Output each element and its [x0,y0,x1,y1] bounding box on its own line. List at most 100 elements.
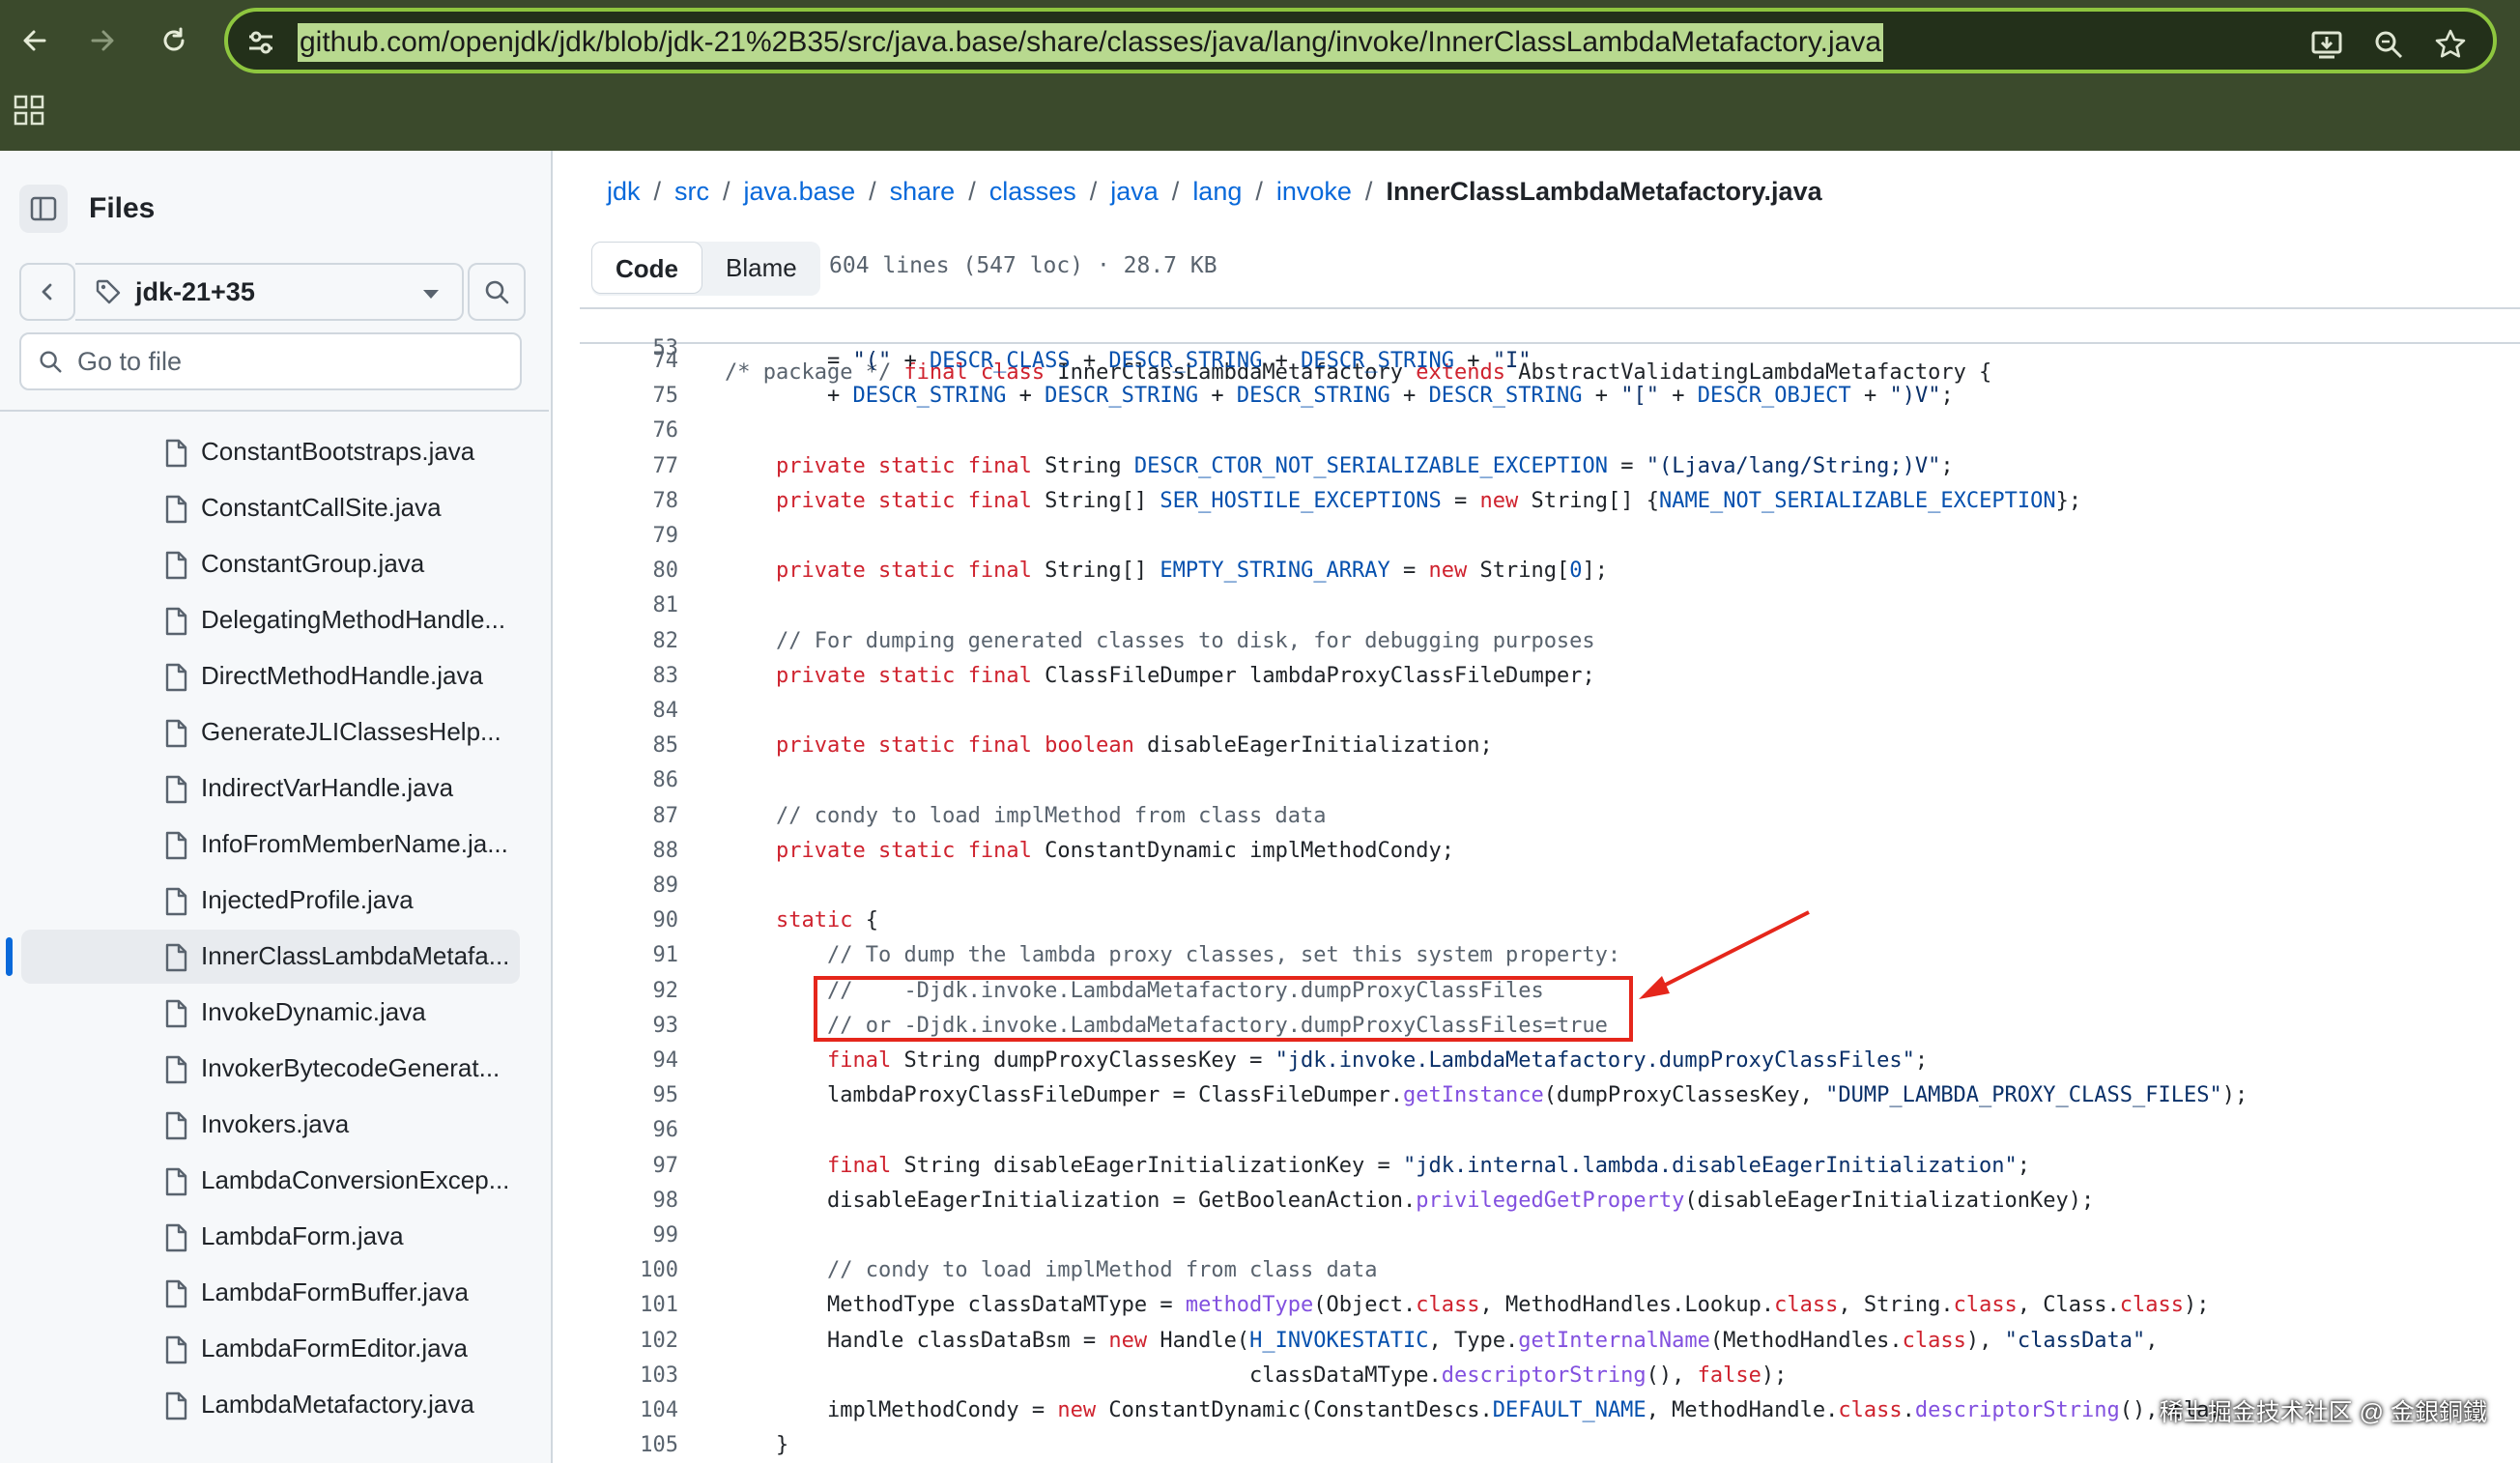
line-number[interactable]: 80 [580,554,679,588]
file-tree-item[interactable]: LambdaFormEditor.java [21,1322,520,1376]
file-tree-item[interactable]: DirectMethodHandle.java [21,649,520,703]
file-tree-item[interactable]: ConstantBootstraps.java [21,425,520,479]
file-tree-item[interactable]: IndirectVarHandle.java [21,761,520,816]
line-number[interactable]: 104 [580,1393,678,1428]
file-tree-item[interactable]: ConstantGroup.java [21,537,520,591]
go-to-file-input[interactable]: Go to file [19,332,522,390]
file-tree-item[interactable]: LambdaFormBuffer.java [21,1266,520,1320]
search-files-button[interactable] [468,263,526,321]
file-icon [165,887,187,916]
line-number[interactable]: 77 [580,449,679,484]
breadcrumb-link[interactable]: invoke [1276,177,1352,207]
file-tree-sidebar: Files jdk-21+35 Go to file ConstantBoots… [0,151,553,1463]
breadcrumb-link[interactable]: java.base [744,177,856,207]
back-icon[interactable] [12,17,58,64]
address-bar[interactable]: github.com/openjdk/jdk/blob/jdk-21%2B35/… [224,8,2497,73]
line-number[interactable]: 95 [580,1078,679,1113]
file-tree-item[interactable]: LambdaMetafactory.java [21,1378,520,1432]
file-tree-item[interactable]: DelegatingMethodHandle... [21,593,520,647]
code-line: 101 MethodType classDataMType = methodTy… [580,1288,2520,1323]
file-tree-item[interactable]: GenerateJLIClassesHelp... [21,705,520,760]
code-text: Handle classDataBsm = new Handle(H_INVOK… [725,1328,2159,1353]
line-number[interactable]: 105 [580,1428,678,1463]
file-icon [165,1279,187,1308]
tag-icon [96,279,121,304]
line-number[interactable]: 97 [580,1149,679,1184]
code-line: 95 lambdaProxyClassFileDumper = ClassFil… [580,1078,2520,1113]
file-meta: 604 lines (547 loc) · 28.7 KB [829,253,1217,278]
sidebar-panel-icon [30,196,57,221]
file-tree-item[interactable]: InvokerBytecodeGenerat... [21,1042,520,1096]
line-number[interactable]: 88 [580,834,679,869]
breadcrumb-link[interactable]: share [890,177,956,207]
expand-tree-button[interactable] [19,263,75,321]
line-number[interactable]: 96 [580,1113,679,1148]
file-tree-label: ConstantGroup.java [201,549,425,578]
line-number[interactable]: 93 [580,1009,679,1044]
line-number[interactable]: 87 [580,799,679,834]
breadcrumb-link[interactable]: classes [989,177,1076,207]
line-number[interactable]: 100 [580,1253,678,1288]
code-text: MethodType classDataMType = methodType(O… [725,1293,2210,1318]
search-icon [40,351,62,373]
line-number[interactable]: 82 [580,624,679,659]
line-number[interactable]: 84 [580,694,679,729]
forward-icon[interactable] [79,17,126,64]
breadcrumb-link[interactable]: java [1110,177,1159,207]
line-number[interactable]: 81 [580,588,679,623]
file-icon [165,1055,187,1084]
install-app-icon[interactable] [2305,23,2348,66]
line-number[interactable]: 90 [580,904,679,938]
code-text: = "(" + DESCR_CLASS + DESCR_STRING + DES… [725,349,1532,373]
line-number[interactable]: 99 [580,1219,679,1253]
line-number[interactable]: 92 [580,974,679,1009]
breadcrumb-link[interactable]: jdk [607,177,641,207]
line-number[interactable]: 85 [580,729,679,763]
file-tree-item[interactable]: Invokers.java [21,1098,520,1152]
line-number[interactable]: 98 [580,1184,679,1219]
url-text[interactable]: github.com/openjdk/jdk/blob/jdk-21%2B35/… [298,23,1884,62]
line-number[interactable]: 75 [580,379,679,414]
code-line: 91 // To dump the lambda proxy classes, … [580,938,2520,973]
file-tree-item[interactable]: InjectedProfile.java [21,874,520,928]
line-number[interactable]: 102 [580,1324,678,1359]
file-tree-item[interactable]: LambdaConversionExcep... [21,1154,520,1208]
tab-code[interactable]: Code [591,242,702,294]
file-tree-item[interactable]: InfoFromMemberName.ja... [21,818,520,872]
zoom-icon[interactable] [2367,23,2410,66]
line-number[interactable]: 94 [580,1044,679,1078]
code-text: private static final boolean disableEage… [775,733,1493,759]
line-number[interactable]: 74 [580,344,679,379]
collapse-sidebar-button[interactable] [19,185,68,233]
line-number[interactable]: 83 [580,659,679,694]
line-number[interactable]: 101 [580,1288,678,1323]
file-tree-item[interactable]: ConstantCallSite.java [21,481,520,535]
chevron-down-icon [423,290,439,299]
line-number[interactable]: 76 [580,414,679,448]
site-settings-icon[interactable] [243,25,278,60]
file-tree-item[interactable]: LambdaForm.java [21,1210,520,1264]
line-number[interactable]: 86 [580,763,679,798]
tab-blame[interactable]: Blame [702,242,820,294]
apps-grid-icon[interactable] [14,95,44,126]
file-tree-item[interactable]: InvokeDynamic.java [21,986,520,1040]
view-tabs: Code Blame [591,242,820,296]
file-tree-label: InfoFromMemberName.ja... [201,829,508,858]
line-number[interactable]: 91 [580,938,679,973]
branch-selector[interactable]: jdk-21+35 [75,263,464,321]
file-tree-label: IndirectVarHandle.java [201,773,454,802]
line-number[interactable]: 78 [580,484,679,519]
breadcrumb-separator: / [869,176,876,206]
line-number[interactable]: 79 [580,519,679,554]
breadcrumb-link[interactable]: src [674,177,709,207]
file-icon [165,1335,187,1364]
file-icon [165,831,187,860]
line-number[interactable]: 89 [580,869,679,904]
bookmark-star-icon[interactable] [2429,23,2472,66]
line-number[interactable]: 103 [580,1359,678,1393]
file-tree-item[interactable]: InnerClassLambdaMetafa... [6,930,520,984]
reload-icon[interactable] [151,17,197,64]
code-line: 103 classDataMType.descriptorString(), f… [580,1359,2520,1393]
breadcrumb-link[interactable]: lang [1192,177,1242,207]
code-line: 99 [580,1219,2520,1253]
